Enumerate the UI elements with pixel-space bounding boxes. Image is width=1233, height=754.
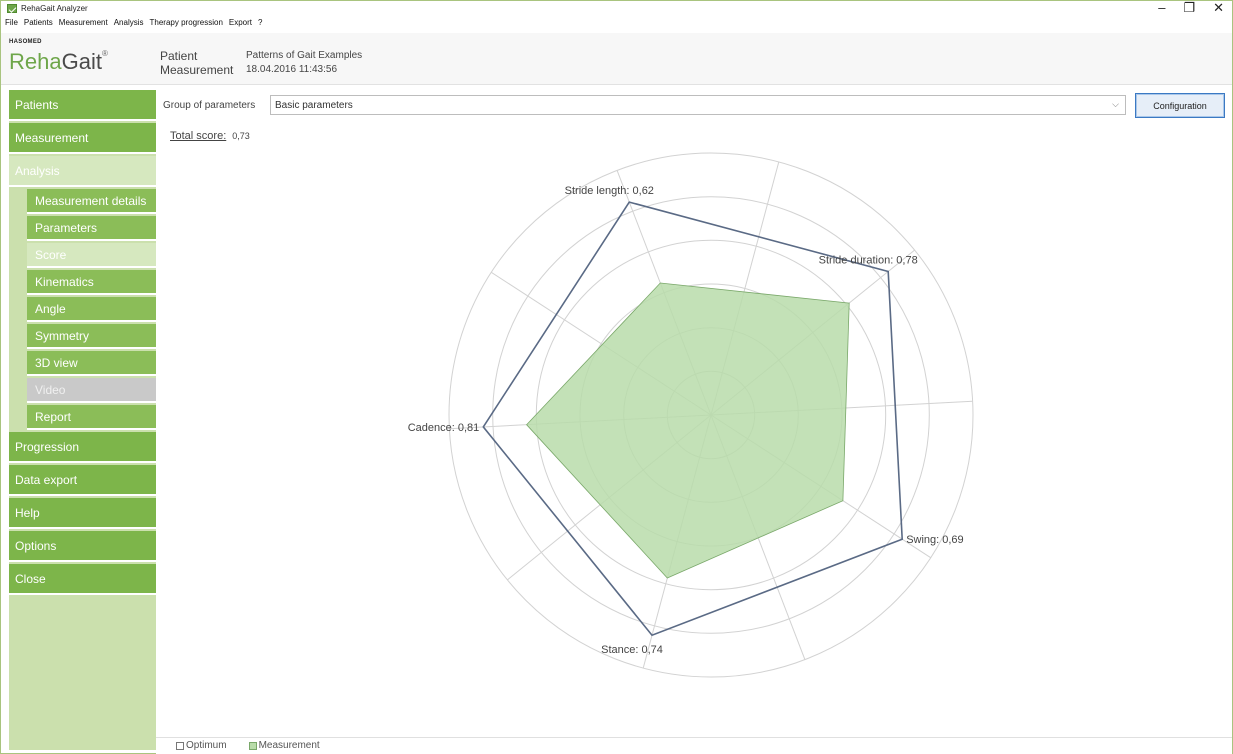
sidebar-item-close[interactable]: Close [9, 564, 156, 595]
sidebar-subitem-video: Video [27, 378, 156, 403]
group-of-parameters-label: Group of parameters [163, 100, 256, 111]
sidebar-item-help[interactable]: Help [9, 498, 156, 529]
axis-label-cadence: Cadence: 0,81 [408, 422, 480, 434]
sidebar-subitem-parameters[interactable]: Parameters [27, 216, 156, 241]
group-of-parameters-value: Basic parameters [275, 99, 353, 111]
sidebar-subitem-kinematics[interactable]: Kinematics [27, 270, 156, 295]
patient-value: Patterns of Gait Examples [246, 50, 363, 61]
header-values: Patterns of Gait Examples 18.04.2016 11:… [246, 49, 362, 77]
sidebar-subitem-measurement-details[interactable]: Measurement details [27, 189, 156, 214]
app-window: RehaGait Analyzer – ❐ ✕ File Patients Me… [0, 0, 1233, 754]
total-score-label[interactable]: Total score: [170, 130, 226, 142]
sidebar-item-patients[interactable]: Patients [9, 90, 156, 121]
measurement-label: Measurement [160, 63, 234, 77]
window-title: RehaGait Analyzer [21, 3, 88, 13]
legend-item-measurement: Measurement [248, 740, 320, 751]
total-score: Total score: 0,73 [170, 130, 250, 142]
minimize-button[interactable]: – [1158, 1, 1165, 15]
legend-label-measurement: Measurement [258, 740, 320, 751]
chevron-down-icon: ⌵ [1112, 99, 1119, 109]
legend-swatch-measurement [248, 741, 257, 750]
sidebar-subitem-angle[interactable]: Angle [27, 297, 156, 322]
menu-measurement[interactable]: Measurement [59, 18, 108, 30]
sidebar-item-progression[interactable]: Progression [9, 432, 156, 463]
title-bar: RehaGait Analyzer – ❐ ✕ [1, 1, 1232, 15]
menu-export[interactable]: Export [229, 18, 252, 30]
group-of-parameters-select[interactable]: Basic parameters ⌵ [270, 95, 1126, 115]
registered-mark: ® [101, 49, 108, 58]
sidebar-subitem-3d-view[interactable]: 3D view [27, 351, 156, 376]
sidebar-item-data-export[interactable]: Data export [9, 465, 156, 496]
company-logo: HASOMED [9, 39, 42, 45]
total-score-value: 0,73 [232, 131, 250, 141]
measurement-value: 18.04.2016 11:43:56 [246, 64, 338, 75]
product-logo: RehaGait® [9, 49, 108, 75]
patient-label: Patient [160, 49, 198, 63]
radar-chart: Stride length: 0,62 Stride duration: 0,78… [408, 152, 974, 678]
product-logo-gait: Gait [61, 49, 102, 74]
app-icon [7, 3, 17, 13]
sidebar-subitem-report[interactable]: Report [27, 405, 156, 430]
close-window-button[interactable]: ✕ [1213, 1, 1224, 15]
header: HASOMED RehaGait® Patient Measurement Pa… [1, 33, 1232, 85]
main-panel: Stride length: 0,62 Stride duration: 0,78… [156, 90, 1232, 754]
sidebar-subitem-score[interactable]: Score [27, 243, 156, 268]
menu-help[interactable]: ? [258, 18, 262, 30]
legend-item-optimum: Optimum [176, 740, 227, 751]
sidebar-item-measurement[interactable]: Measurement [9, 123, 156, 154]
menu-patients[interactable]: Patients [24, 18, 53, 30]
axis-label-stride-length: Stride length: 0,62 [565, 185, 654, 197]
menu-file[interactable]: File [5, 18, 18, 30]
menu-bar: File Patients Measurement Analysis Thera… [5, 18, 262, 30]
sidebar-subitem-symmetry[interactable]: Symmetry [27, 324, 156, 349]
window-controls: – ❐ ✕ [1158, 1, 1224, 15]
sidebar-item-analysis[interactable]: Analysis [9, 156, 156, 187]
legend-swatch-optimum [176, 741, 184, 750]
header-labels: Patient Measurement [160, 49, 233, 77]
sidebar: Patients Measurement Analysis Measuremen… [9, 90, 156, 750]
axis-label-stride-duration: Stride duration: 0,78 [819, 255, 918, 267]
configuration-button[interactable]: Configuration [1135, 93, 1225, 118]
legend-label-optimum: Optimum [186, 740, 227, 751]
menu-therapy-progression[interactable]: Therapy progression [150, 18, 223, 30]
axis-label-stance: Stance: 0,74 [601, 644, 663, 656]
product-logo-reha: Reha [9, 49, 62, 74]
maximize-button[interactable]: ❐ [1183, 1, 1195, 15]
menu-analysis[interactable]: Analysis [114, 18, 144, 30]
chart-legend: Optimum Measurement [156, 737, 1232, 753]
axis-label-swing: Swing: 0,69 [906, 534, 963, 546]
sidebar-item-options[interactable]: Options [9, 531, 156, 562]
